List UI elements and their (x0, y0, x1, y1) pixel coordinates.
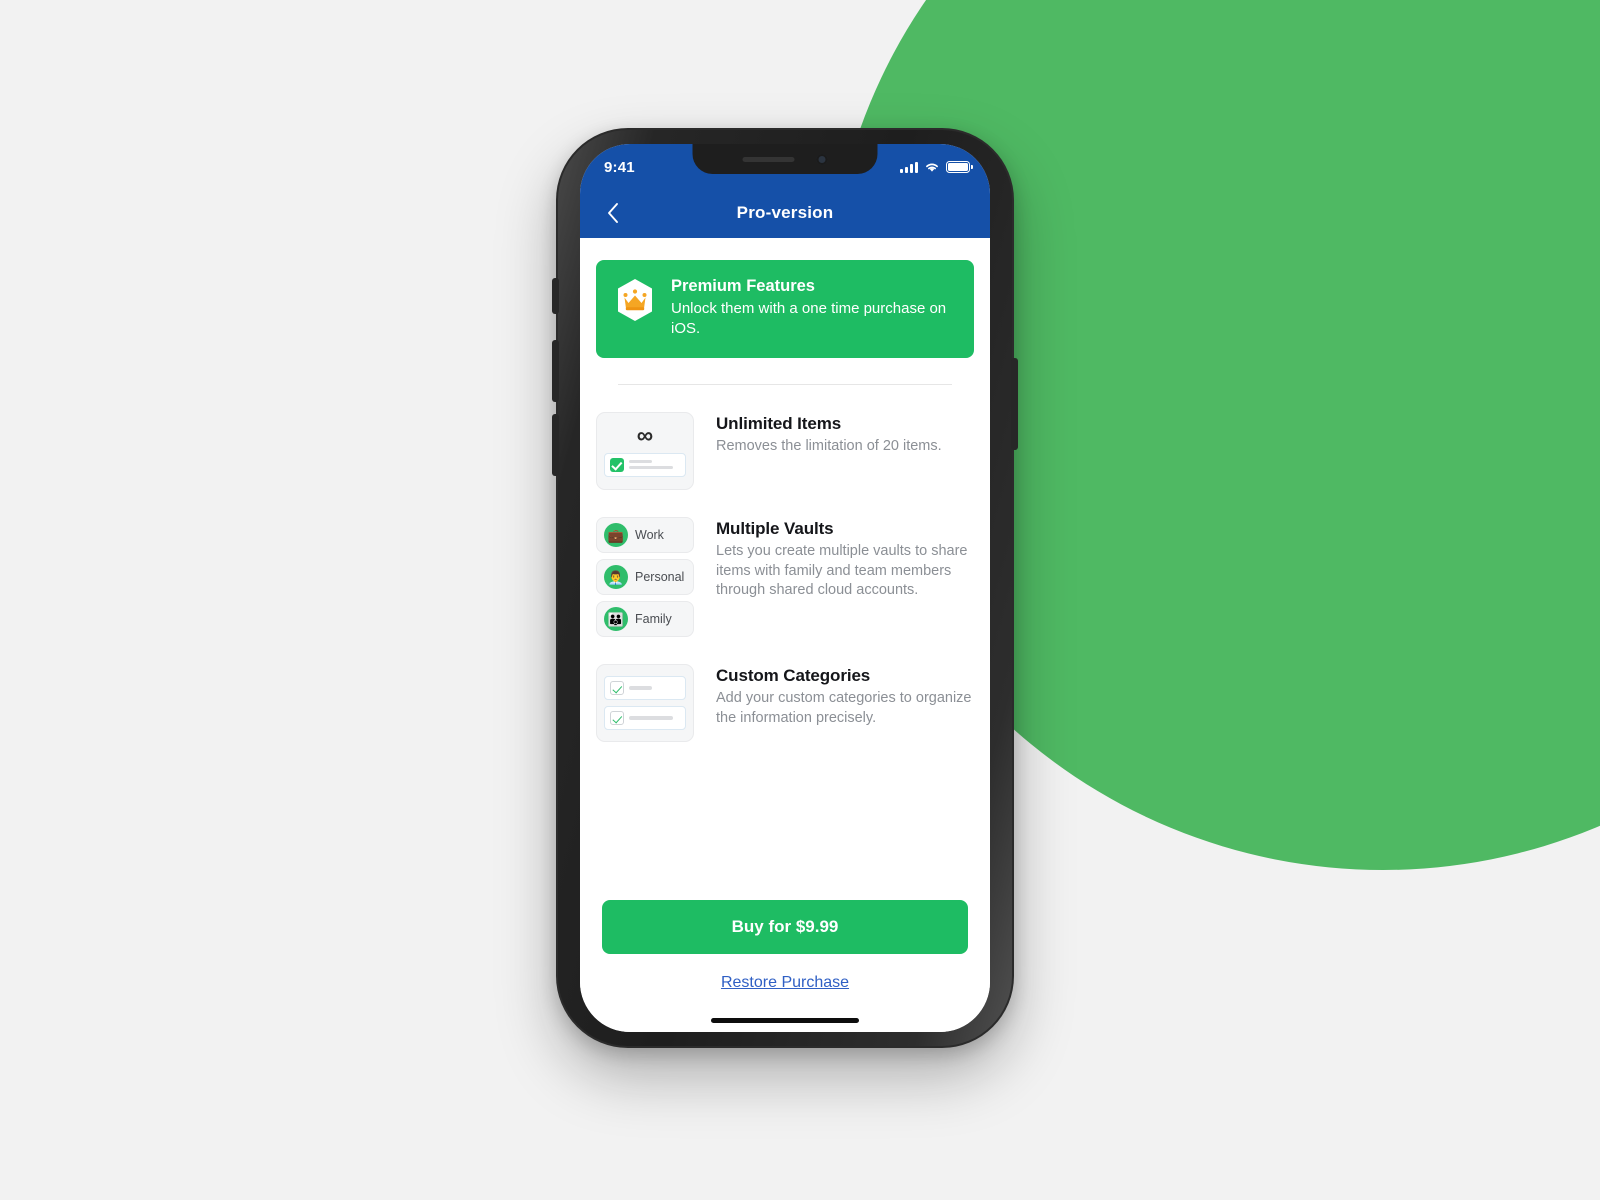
signal-bars-icon (900, 161, 918, 173)
feature-title: Custom Categories (716, 666, 871, 685)
volume-down-button[interactable] (552, 414, 559, 476)
briefcase-icon: 💼 (604, 523, 628, 547)
feature-row-multiple-vaults: 💼 Work 👨‍💼 Personal 👪 Family (596, 517, 974, 637)
feature-visual (596, 664, 694, 742)
feature-text: Multiple Vaults Lets you create multiple… (716, 517, 974, 637)
feature-description: Add your custom categories to organize t… (716, 690, 972, 726)
feature-row-unlimited-items: ∞ Unlimited Items Removes the limitation… (596, 412, 974, 490)
checked-checkbox-icon (610, 457, 624, 472)
chevron-left-icon (608, 203, 618, 223)
feature-description: Lets you create multiple vaults to share… (716, 543, 968, 599)
banner-title: Premium Features (671, 277, 815, 295)
device-notch (692, 144, 878, 174)
phone-screen: 9:41 Pro-version Premium Features Unlock… (580, 144, 990, 1032)
navigation-bar: Pro-version (580, 188, 990, 238)
wifi-icon (926, 163, 938, 172)
placeholder-bars (629, 686, 680, 690)
placeholder-bars (629, 459, 680, 470)
checked-checkbox-icon (610, 711, 624, 725)
feature-title: Unlimited Items (716, 414, 842, 433)
screen-content: Premium Features Unlock them with a one … (580, 238, 990, 1032)
person-icon: 👨‍💼 (604, 565, 628, 589)
checked-checkbox-icon (610, 681, 624, 695)
checkbox-list-icon (596, 664, 694, 742)
silent-switch-button[interactable] (552, 278, 559, 314)
buy-button[interactable]: Buy for $9.99 (602, 900, 968, 954)
vault-label: Family (635, 612, 672, 626)
power-button[interactable] (1011, 358, 1018, 450)
placeholder-bars (629, 716, 680, 720)
mini-list-row (604, 706, 686, 730)
infinity-list-icon: ∞ (596, 412, 694, 490)
feature-row-custom-categories: Custom Categories Add your custom catego… (596, 664, 974, 742)
mini-list-row (604, 452, 686, 477)
vault-chip-personal[interactable]: 👨‍💼 Personal (596, 559, 694, 595)
vault-chip-family[interactable]: 👪 Family (596, 601, 694, 637)
feature-list: ∞ Unlimited Items Removes the limitation… (580, 385, 990, 742)
vault-chip-work[interactable]: 💼 Work (596, 517, 694, 553)
restore-purchase-link[interactable]: Restore Purchase (602, 974, 968, 992)
front-camera-icon (816, 153, 828, 165)
banner-subtitle: Unlock them with a one time purchase on … (671, 299, 947, 338)
premium-features-banner[interactable]: Premium Features Unlock them with a one … (596, 260, 974, 358)
status-icons (900, 161, 973, 173)
home-indicator[interactable] (711, 1018, 859, 1023)
feature-title: Multiple Vaults (716, 519, 834, 538)
feature-text: Custom Categories Add your custom catego… (716, 664, 974, 742)
family-icon: 👪 (604, 607, 628, 631)
feature-description: Removes the limitation of 20 items. (716, 438, 942, 454)
mini-list-row (604, 676, 686, 700)
volume-up-button[interactable] (552, 340, 559, 402)
earpiece-speaker (742, 156, 795, 162)
feature-visual: 💼 Work 👨‍💼 Personal 👪 Family (596, 517, 694, 637)
vault-label: Work (635, 528, 664, 542)
back-button[interactable] (590, 188, 636, 238)
feature-text: Unlimited Items Removes the limitation o… (716, 412, 974, 490)
page-title: Pro-version (736, 203, 834, 222)
purchase-footer: Buy for $9.99 Restore Purchase (580, 900, 990, 1032)
crown-hexagon-icon (618, 279, 652, 321)
status-time: 9:41 (604, 158, 635, 176)
vault-chips-icon: 💼 Work 👨‍💼 Personal 👪 Family (596, 517, 694, 637)
infinity-glyph: ∞ (636, 421, 654, 448)
feature-visual: ∞ (596, 412, 694, 490)
vault-label: Personal (635, 570, 685, 584)
battery-full-icon (946, 161, 973, 173)
